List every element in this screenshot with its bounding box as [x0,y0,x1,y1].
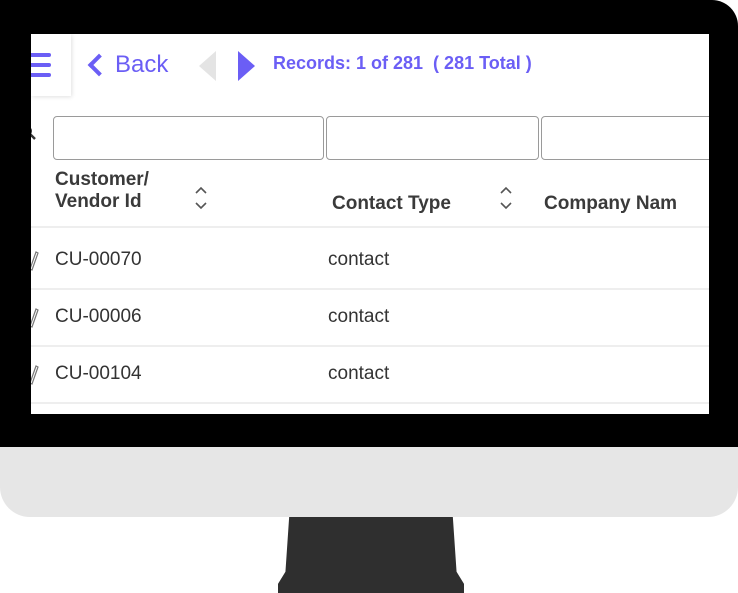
sort-icon[interactable] [194,184,208,212]
vendor-id-cell: CU-00104 [55,363,142,384]
header-divider [31,226,709,228]
vendor-id-filter[interactable] [53,116,324,160]
back-button[interactable]: Back [85,50,168,80]
sort-icon[interactable] [499,184,513,212]
vendor-id-cell: CU-00006 [55,306,142,327]
toolbar: Back Records: 1 of 281 ( 281 Total ) [31,34,709,96]
column-header-contact-type[interactable]: Contact Type [332,193,451,215]
contact-type-cell: contact [328,249,390,270]
vendor-id-cell: CU-00070 [55,249,142,270]
records-count: Records: 1 of 281 ( 281 Total ) [273,53,532,73]
table-row[interactable]: CU-00070 contact [31,231,709,290]
edit-icon[interactable] [31,363,39,385]
back-label: Back [115,51,169,78]
contact-type-cell: contact [328,306,390,327]
prev-arrow-icon[interactable] [199,51,216,81]
chevron-left-icon [87,53,111,77]
app-screen: Back Records: 1 of 281 ( 281 Total ) Cus… [31,34,709,414]
edit-icon[interactable] [31,306,39,328]
monitor-chin [0,447,738,517]
table-row[interactable]: CU-00006 contact [31,288,709,347]
column-header-vendor-id[interactable]: Customer/ Vendor Id [55,169,149,213]
monitor-stand [278,517,464,593]
table-row[interactable]: CU-00104 contact [31,345,709,404]
next-arrow-icon[interactable] [238,51,255,81]
menu-icon[interactable] [31,34,71,96]
company-name-filter[interactable] [541,116,709,160]
contact-type-cell: contact [328,363,390,384]
search-icon [31,128,36,140]
contact-type-filter[interactable] [326,116,539,160]
edit-icon[interactable] [31,249,39,271]
column-header-company-name[interactable]: Company Nam [544,193,677,215]
